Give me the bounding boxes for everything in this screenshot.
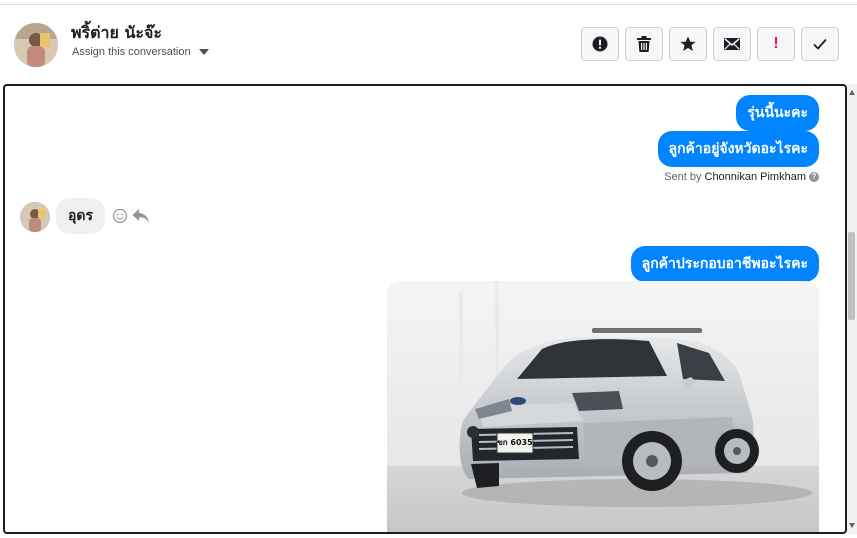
contact-name: พริ้ต่าย นัะจ๊ะ (71, 23, 162, 42)
delete-button[interactable] (625, 27, 663, 61)
thread-scrollbar[interactable] (847, 84, 857, 534)
star-icon (680, 36, 696, 51)
outgoing-message[interactable]: รุ่นนี้นะคะ (736, 95, 819, 131)
sender-name[interactable]: Chonnikan Pimkham (705, 171, 807, 183)
sent-by-prefix: Sent by (664, 171, 702, 183)
conversation-header: พริ้ต่าย นัะจ๊ะ Assign this conversation (0, 5, 857, 83)
message-actions (112, 208, 150, 224)
assign-label: Assign this conversation (72, 46, 191, 58)
reply-icon[interactable] (132, 208, 150, 224)
smiley-react-icon[interactable] (112, 208, 128, 224)
scroll-thumb[interactable] (848, 232, 855, 320)
exclamation-circle-icon (592, 36, 608, 52)
mark-spam-button[interactable] (581, 27, 619, 61)
scroll-up-arrow-icon[interactable] (849, 90, 855, 95)
message-thread[interactable]: รุ่นนี้นะคะ ลูกค้าอยู่จังหวัดอะไรคะ Sent… (3, 84, 847, 534)
car-photo[interactable]: ขก 6035 (387, 281, 819, 532)
outgoing-message[interactable]: ลูกค้าประกอบอาชีพอะไรคะ (630, 246, 819, 282)
scroll-down-arrow-icon[interactable] (849, 523, 855, 528)
outgoing-message[interactable]: ลูกค้าอยู่จังหวัดอะไรคะ (657, 131, 819, 167)
incoming-message[interactable]: อุดร (56, 198, 106, 234)
license-plate: ขก 6035 (497, 438, 533, 447)
envelope-icon (724, 38, 740, 50)
caret-down-icon (198, 49, 209, 55)
important-button[interactable]: ! (757, 27, 795, 61)
mark-unread-button[interactable] (713, 27, 751, 61)
sender-avatar[interactable] (20, 202, 50, 232)
sent-by-label: Sent by Chonnikan Pimkham ? (664, 171, 819, 183)
conversation-toolbar: ! (581, 27, 839, 61)
help-icon[interactable]: ? (809, 172, 819, 182)
trash-icon (637, 36, 651, 52)
assign-conversation-dropdown[interactable]: Assign this conversation (72, 46, 209, 58)
star-button[interactable] (669, 27, 707, 61)
mark-done-button[interactable] (801, 27, 839, 61)
exclamation-icon: ! (773, 35, 779, 52)
contact-avatar[interactable] (14, 23, 58, 67)
checkmark-icon (813, 38, 827, 50)
